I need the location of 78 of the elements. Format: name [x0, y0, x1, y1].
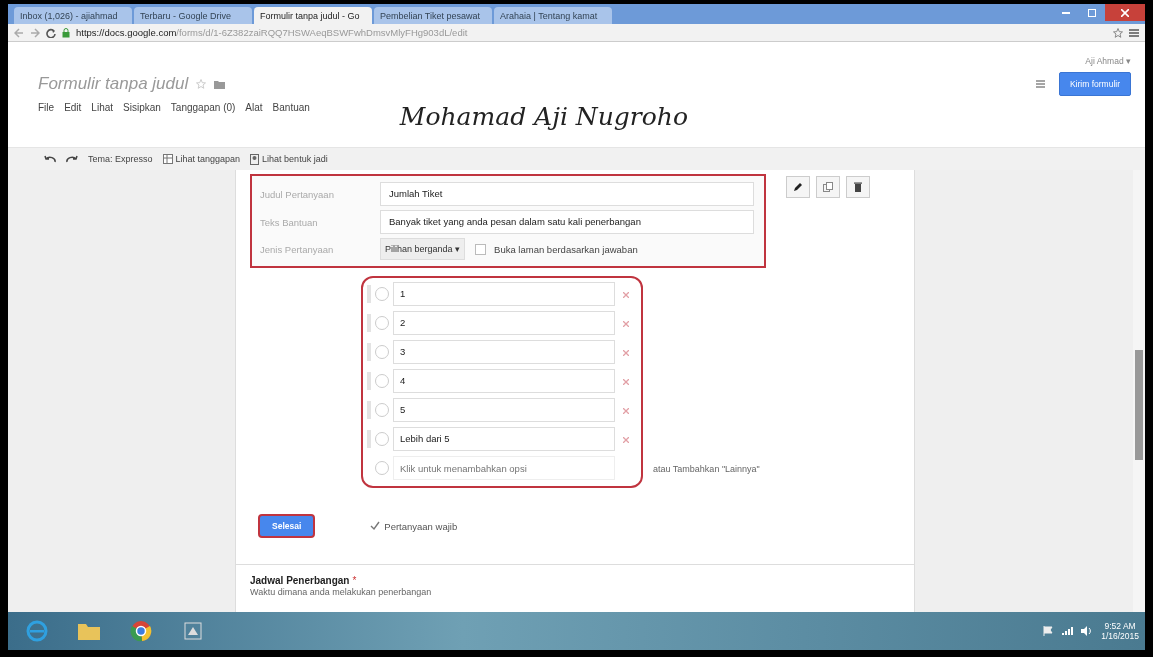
scrollbar-thumb[interactable]	[1135, 350, 1143, 460]
option-field[interactable]: 4	[393, 369, 615, 393]
trash-icon	[854, 182, 862, 192]
reload-icon[interactable]	[46, 27, 56, 38]
lock-icon	[62, 27, 70, 38]
menu-item[interactable]: File	[38, 102, 55, 113]
menu-item[interactable]: Alat	[245, 102, 263, 113]
view-responses-button[interactable]: Lihat tanggapan	[162, 154, 241, 164]
app-icon	[183, 621, 203, 641]
signature-text: Mohamad Aji Nugroho	[398, 101, 688, 133]
theme-button[interactable]: Tema: Expresso	[88, 154, 153, 164]
browser-tab[interactable]: Pembelian Tiket pesawat	[374, 7, 492, 24]
send-form-button[interactable]: Kirim formulir	[1058, 72, 1131, 96]
close-button[interactable]	[1105, 4, 1145, 21]
forward-icon[interactable]	[30, 27, 40, 38]
checkbox[interactable]	[475, 243, 487, 255]
option-field[interactable]: Lebih dari 5	[393, 427, 615, 451]
browser-e-icon	[26, 620, 48, 642]
remove-icon[interactable]	[623, 407, 629, 414]
question-type-dropdown[interactable]: Pilihan berganda ▾	[380, 238, 466, 260]
duplicate-button[interactable]	[816, 176, 840, 198]
table-icon	[162, 154, 173, 164]
remove-icon[interactable]	[623, 291, 629, 298]
star-icon[interactable]	[1113, 27, 1123, 38]
field-label: Jenis Pertanyaan	[260, 243, 335, 255]
maximize-icon	[1088, 8, 1096, 17]
folder-icon[interactable]	[214, 79, 226, 89]
text-field[interactable]: Jumlah Tiket	[380, 182, 754, 206]
folder-icon	[78, 622, 100, 640]
list-icon[interactable]	[1035, 80, 1045, 88]
menu-item[interactable]: Bantuan	[272, 102, 310, 113]
field-label: Judul Pertanyaan	[260, 188, 335, 200]
close-icon	[1121, 8, 1129, 17]
field-label: Teks Bantuan	[260, 216, 319, 228]
pencil-icon	[793, 182, 803, 192]
browser-tab[interactable]: Arahaia | Tentang kamat	[494, 7, 612, 24]
add-option-field[interactable]: Klik untuk menambahkan opsi	[393, 456, 615, 480]
remove-icon[interactable]	[623, 378, 629, 385]
browser-tab[interactable]: Inbox (1,026) - ajiahmad	[14, 7, 132, 24]
remove-icon[interactable]	[623, 349, 629, 356]
menu-item[interactable]: Lihat	[91, 102, 114, 113]
back-icon[interactable]	[14, 27, 24, 38]
add-other-link[interactable]: atau Tambahkan "Lainnya"	[643, 464, 760, 488]
flag-icon[interactable]	[1043, 626, 1054, 636]
required-mark: *	[352, 575, 357, 586]
network-icon[interactable]	[1061, 626, 1074, 636]
option-field[interactable]: 5	[393, 398, 615, 422]
checkbox-label: Buka laman berdasarkan jawaban	[494, 243, 638, 255]
menu-icon[interactable]	[1129, 27, 1139, 38]
url-text[interactable]: https://docs.google.com/forms/d/1-6Z382zaiRQQ7HSWAeqBSWFwhDmsvMlyFHg903dL/edit	[76, 27, 468, 38]
question-title: Jadwal Penerbangan	[250, 575, 350, 586]
menu-item[interactable]: Sisipkan	[123, 102, 161, 113]
copy-icon	[823, 182, 833, 192]
remove-icon[interactable]	[623, 436, 629, 443]
star-icon[interactable]	[196, 79, 207, 89]
undo-icon[interactable]	[44, 155, 56, 163]
document-icon	[250, 153, 260, 165]
menu-item[interactable]: Tanggapan (0)	[170, 102, 236, 113]
minimize-icon	[1062, 11, 1070, 14]
option-field[interactable]: 3	[393, 340, 615, 364]
browser-tab[interactable]: Formulir tanpa judul - Go	[254, 7, 372, 24]
browser-circle-icon	[130, 620, 152, 642]
menu-item[interactable]: Edit	[64, 102, 82, 113]
option-field[interactable]: 2	[393, 311, 615, 335]
required-checkbox[interactable]: Pertanyaan wajib	[370, 520, 458, 532]
help-text: Waktu dimana anda melakukan penerbangan	[250, 587, 433, 597]
text-field[interactable]: Banyak tiket yang anda pesan dalam satu kali penerbangan	[380, 210, 754, 234]
remove-icon[interactable]	[623, 320, 629, 327]
volume-icon[interactable]	[1081, 626, 1094, 636]
done-button[interactable]: Selesai	[258, 514, 316, 538]
edit-button[interactable]	[786, 176, 810, 198]
redo-icon[interactable]	[66, 155, 78, 163]
clock[interactable]: 9:52 AM 1/16/2015	[1101, 621, 1139, 641]
view-live-form-button[interactable]: Lihat bentuk jadi	[250, 153, 328, 165]
option-field[interactable]: 1	[393, 282, 615, 306]
account-name[interactable]: Aji Ahmad ▾	[1085, 56, 1131, 66]
browser-tab[interactable]: Terbaru - Google Drive	[134, 7, 252, 24]
delete-button[interactable]	[846, 176, 870, 198]
